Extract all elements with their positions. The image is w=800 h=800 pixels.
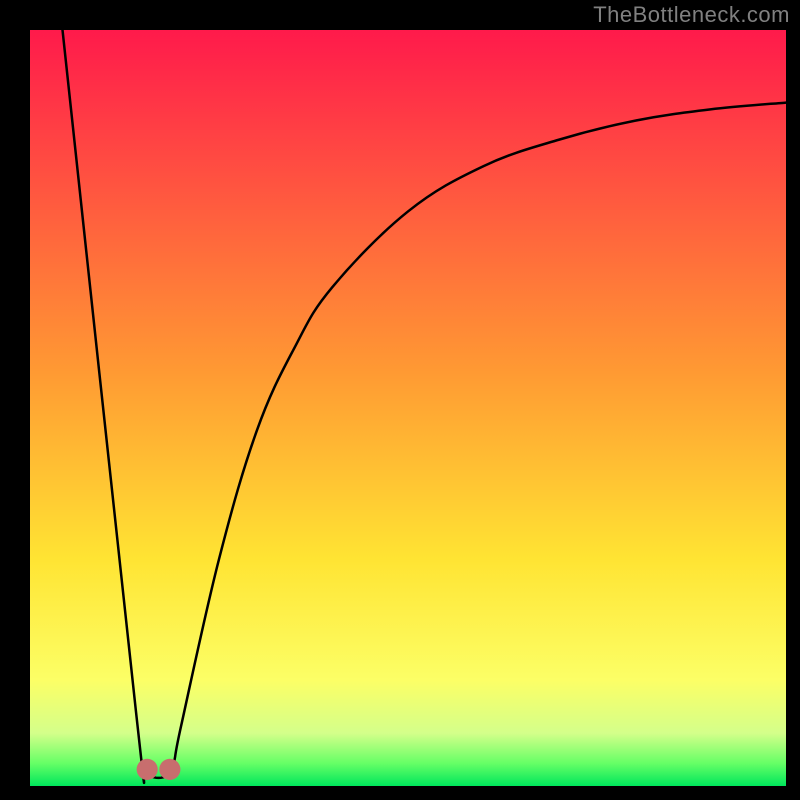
plot-background: [30, 30, 786, 786]
plot-canvas: [0, 0, 800, 800]
chart-frame: TheBottleneck.com: [0, 0, 800, 800]
vertex-marker: [159, 759, 180, 780]
vertex-marker: [137, 759, 158, 780]
